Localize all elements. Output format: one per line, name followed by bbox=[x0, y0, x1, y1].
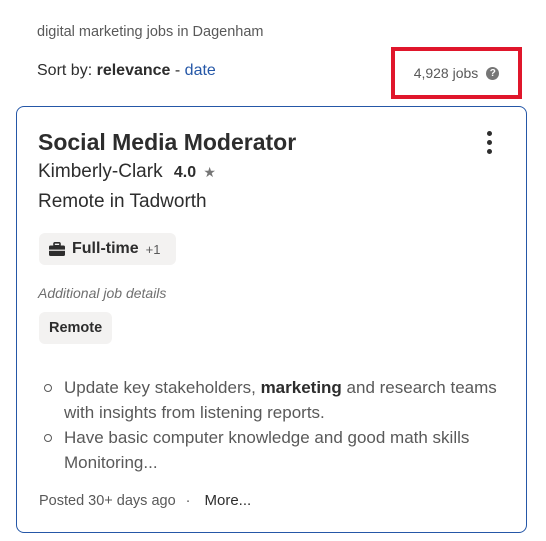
snippet-text: Have basic computer knowledge and good m… bbox=[64, 428, 470, 472]
sort-date-link[interactable]: date bbox=[185, 62, 216, 79]
job-type-label: Full-time bbox=[72, 240, 139, 257]
sort-separator: - bbox=[174, 62, 181, 79]
company-name[interactable]: Kimberly-Clark bbox=[38, 161, 163, 182]
sort-row: Sort by: relevance - date bbox=[37, 62, 216, 80]
dot-separator: · bbox=[185, 492, 191, 509]
snippet-item: Have basic computer knowledge and good m… bbox=[41, 425, 501, 475]
job-footer: Posted 30+ days ago · More... bbox=[39, 492, 251, 509]
additional-details-label: Additional job details bbox=[38, 285, 167, 301]
job-snippet: Update key stakeholders, marketing and r… bbox=[41, 375, 501, 475]
company-row: Kimberly-Clark 4.0 ★ bbox=[38, 161, 216, 183]
bullet-icon bbox=[44, 434, 52, 442]
posted-date: Posted 30+ days ago bbox=[39, 492, 176, 509]
briefcase-icon bbox=[49, 242, 65, 256]
snippet-highlight: marketing bbox=[260, 378, 342, 397]
sort-relevance: relevance bbox=[96, 62, 171, 79]
job-card[interactable]: Social Media Moderator Kimberly-Clark 4.… bbox=[16, 106, 527, 533]
bullet-icon bbox=[44, 384, 52, 392]
job-type-badge[interactable]: Full-time +1 bbox=[39, 233, 176, 265]
search-query-text: digital marketing jobs in Dagenham bbox=[37, 24, 264, 40]
job-type-extra: +1 bbox=[145, 241, 161, 257]
company-rating: 4.0 bbox=[173, 164, 197, 181]
remote-badge: Remote bbox=[39, 312, 113, 344]
snippet-text: Update key stakeholders, bbox=[64, 378, 261, 397]
snippet-item: Update key stakeholders, marketing and r… bbox=[41, 375, 501, 425]
more-vertical-icon[interactable] bbox=[483, 131, 495, 159]
job-title[interactable]: Social Media Moderator bbox=[38, 129, 296, 156]
help-icon[interactable]: ? bbox=[486, 66, 500, 80]
job-count: 4,928 jobs bbox=[413, 65, 479, 81]
job-location: Remote in Tadworth bbox=[38, 191, 207, 212]
sort-label: Sort by: bbox=[37, 62, 93, 79]
more-link[interactable]: More... bbox=[205, 492, 252, 509]
job-count-highlight: 4,928 jobs ? bbox=[391, 47, 522, 99]
star-icon: ★ bbox=[203, 164, 216, 180]
